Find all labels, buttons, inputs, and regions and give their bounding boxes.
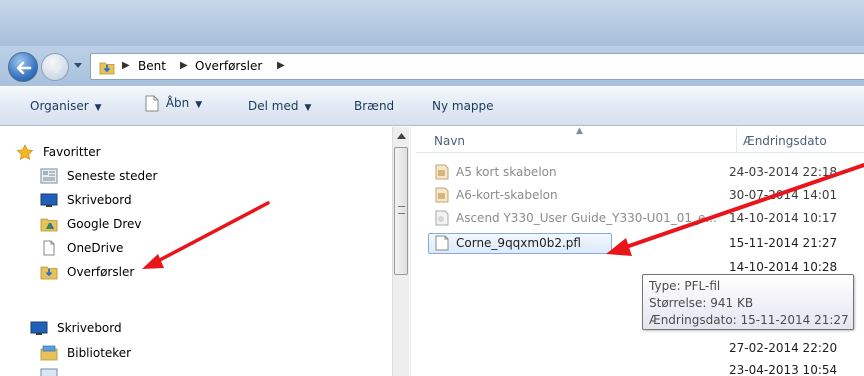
file-date: 24-03-2014 22:18 bbox=[729, 165, 838, 179]
file-name: Ascend Y330_User Guide_Y330-U01_01_e... bbox=[456, 211, 717, 225]
pictures-library-icon bbox=[40, 368, 58, 376]
breadcrumb-separator-icon[interactable]: ▶ bbox=[122, 60, 130, 71]
chevron-down-icon: ▼ bbox=[94, 103, 102, 113]
arrow-right-icon bbox=[48, 62, 62, 74]
file-list: ▲ Navn Ændringsdato A5 kort skabelon 24-… bbox=[416, 126, 864, 376]
nav-pane-scrollbar[interactable] bbox=[392, 127, 409, 376]
file-row-selected[interactable]: Corne_9qqxm0b2.pfl 15-11-2014 21:27 bbox=[428, 233, 864, 254]
tooltip-size: Størrelse: 941 KB bbox=[649, 296, 754, 310]
downloads-folder-icon bbox=[40, 266, 58, 280]
title-bar[interactable] bbox=[0, 0, 864, 46]
scroll-up-icon[interactable] bbox=[397, 133, 406, 139]
address-bar[interactable]: ▶ Bent ▶ Overførsler ▶ bbox=[90, 53, 864, 80]
breadcrumb-downloads[interactable]: Overførsler bbox=[195, 59, 262, 73]
desktop-icon bbox=[40, 193, 58, 207]
file-name: Corne_9qqxm0b2.pfl bbox=[456, 236, 581, 250]
recent-pages-dropdown-icon[interactable] bbox=[73, 60, 83, 70]
nav-item-label: Overførsler bbox=[67, 265, 135, 279]
nav-item-label: Google Drev bbox=[67, 217, 142, 231]
file-row[interactable]: Ascend Y330_User Guide_Y330-U01_01_e... … bbox=[428, 208, 864, 229]
organise-button[interactable]: Organiser ▼ bbox=[30, 99, 102, 113]
breadcrumb-bent[interactable]: Bent bbox=[138, 59, 166, 73]
downloads-folder-icon bbox=[99, 62, 115, 75]
open-button[interactable]: Åbn ▼ bbox=[145, 95, 202, 112]
libraries-icon bbox=[40, 345, 58, 361]
file-row[interactable]: A5 kort skabelon 24-03-2014 22:18 bbox=[428, 162, 864, 183]
chevron-down-icon: ▼ bbox=[304, 103, 312, 113]
file-name: A5 kort skabelon bbox=[456, 165, 557, 179]
nav-favorites-label: Favoritter bbox=[43, 145, 101, 159]
nav-item-label: Biblioteker bbox=[67, 346, 132, 360]
blank-file-icon bbox=[435, 235, 449, 251]
arrow-left-icon bbox=[16, 61, 32, 75]
nav-item-label: Skrivebord bbox=[67, 193, 132, 207]
file-row[interactable]: 23-04-2013 10:54 bbox=[428, 360, 864, 376]
nav-item-label: OneDrive bbox=[67, 241, 124, 255]
file-row[interactable]: 27-02-2014 22:20 bbox=[428, 338, 864, 359]
blank-file-icon bbox=[145, 95, 159, 112]
navigation-pane: Favoritter Seneste steder Skrivebord Goo… bbox=[0, 127, 410, 376]
breadcrumb-separator-icon[interactable]: ▶ bbox=[180, 60, 188, 71]
word-document-icon bbox=[435, 187, 449, 203]
onedrive-icon bbox=[43, 240, 55, 256]
file-date: 15-11-2014 21:27 bbox=[729, 236, 838, 250]
new-folder-button[interactable]: Ny mappe bbox=[432, 99, 494, 113]
breadcrumb-separator-icon[interactable]: ▶ bbox=[277, 60, 285, 71]
open-label: Åbn bbox=[165, 96, 190, 110]
desktop-icon bbox=[30, 321, 48, 335]
star-icon bbox=[16, 144, 34, 160]
file-row[interactable]: 14-10-2014 10:28 bbox=[428, 258, 864, 272]
file-date: 14-10-2014 10:28 bbox=[729, 260, 838, 272]
file-name: A6-kort-skabelon bbox=[456, 188, 558, 202]
chevron-down-icon: ▼ bbox=[195, 100, 203, 110]
file-row[interactable]: A6-kort-skabelon 30-07-2014 14:01 bbox=[428, 185, 864, 206]
command-bar: Organiser ▼ Åbn ▼ Del med ▼ Brænd Ny mappe bbox=[0, 86, 864, 126]
word-document-icon bbox=[435, 164, 449, 180]
file-info-tooltip: Type: PFL-fil Størrelse: 941 KB Ændrings… bbox=[642, 274, 854, 330]
column-header-name[interactable]: Navn bbox=[434, 134, 465, 148]
google-drive-folder-icon bbox=[40, 218, 58, 232]
column-header-date[interactable]: Ændringsdato bbox=[743, 134, 827, 148]
file-date: 23-04-2013 10:54 bbox=[729, 363, 838, 376]
nav-desktop-label: Skrivebord bbox=[57, 321, 122, 335]
back-button[interactable] bbox=[8, 52, 38, 82]
share-label: Del med bbox=[248, 99, 299, 113]
burn-button[interactable]: Brænd bbox=[354, 99, 394, 113]
file-date: 14-10-2014 10:17 bbox=[729, 211, 838, 225]
pdf-document-icon bbox=[435, 210, 449, 226]
forward-button[interactable] bbox=[41, 53, 69, 81]
scrollbar-grip-icon bbox=[398, 206, 405, 214]
explorer-window: ▶ Bent ▶ Overførsler ▶ Organiser ▼ Åbn ▼ D… bbox=[0, 0, 864, 376]
column-header-bar: ▲ Navn Ændringsdato bbox=[416, 126, 864, 153]
scrollbar-thumb[interactable] bbox=[394, 147, 408, 275]
sort-ascending-icon: ▲ bbox=[576, 126, 583, 136]
column-divider[interactable] bbox=[736, 127, 737, 153]
tooltip-date: Ændringsdato: 15-11-2014 21:27 bbox=[649, 313, 849, 327]
organise-label: Organiser bbox=[30, 99, 89, 113]
file-date: 27-02-2014 22:20 bbox=[729, 341, 838, 355]
recent-places-icon bbox=[40, 168, 58, 184]
file-date: 30-07-2014 14:01 bbox=[729, 188, 838, 202]
nav-item-label: Seneste steder bbox=[67, 169, 158, 183]
tooltip-type: Type: PFL-fil bbox=[649, 279, 721, 293]
share-with-button[interactable]: Del med ▼ bbox=[248, 99, 311, 113]
